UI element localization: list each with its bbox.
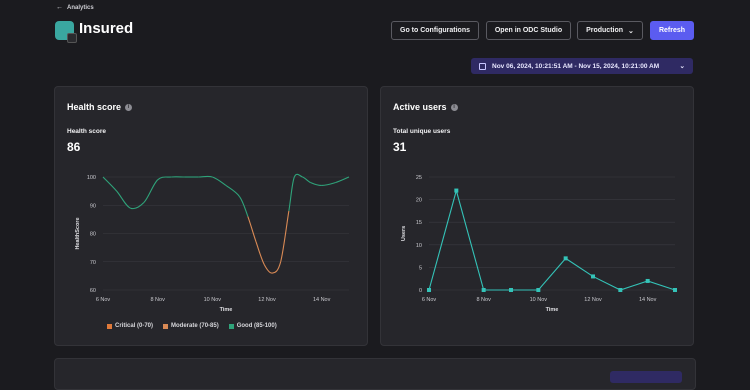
x-tick-label: 10 Nov — [204, 297, 222, 303]
health-score-legend: Critical (0-70) Moderate (70-85) Good (8… — [107, 323, 277, 329]
go-to-configurations-button[interactable]: Go to Configurations — [391, 21, 479, 40]
data-point — [564, 256, 568, 260]
series-segment — [158, 177, 172, 180]
calendar-icon — [479, 63, 486, 70]
breadcrumb-label[interactable]: Analytics — [67, 5, 94, 11]
next-card-action-button[interactable] — [610, 371, 682, 383]
active-users-chart: 25 20 15 10 5 06 Nov 8 Nov 10 Nov 12 Nov 14 Nov Ti… — [381, 87, 695, 347]
legend-critical-swatch — [107, 324, 112, 329]
health-score-card: Health score i Health score 86 100908070… — [54, 86, 368, 346]
open-in-odc-studio-label: Open in ODC Studio — [495, 27, 562, 34]
x-tick-label: 14 Nov — [313, 297, 331, 303]
chevron-down-icon: ⌄ — [680, 62, 685, 70]
y-axis-label: Users — [401, 226, 407, 241]
series-segment — [322, 183, 336, 186]
app-icon — [55, 21, 74, 40]
legend-moderate-swatch — [163, 324, 168, 329]
series-segment — [256, 242, 264, 265]
x-tick-label: 14 Nov — [639, 297, 657, 303]
date-range-label: Nov 06, 2024, 10:21:51 AM - Nov 15, 2024… — [492, 63, 659, 70]
data-point — [536, 288, 540, 292]
series-segment — [248, 217, 256, 242]
x-tick-label: 10 Nov — [530, 297, 548, 303]
x-tick-label: 6 Nov — [96, 297, 111, 303]
x-axis-label: Time — [220, 307, 233, 313]
health-score-chart: 100 90 80 70 606 Nov 8 Nov 10 Nov 12 Nov 14 Nov T… — [55, 87, 369, 347]
legend-critical: Critical (0-70) — [107, 323, 153, 329]
y-tick-label: 25 — [416, 175, 422, 181]
data-point — [427, 288, 431, 292]
legend-good: Good (85-100) — [229, 323, 277, 329]
data-point — [646, 279, 650, 283]
series-segment — [294, 174, 302, 177]
series-segment — [144, 180, 158, 203]
series-line — [429, 191, 675, 290]
legend-good-swatch — [229, 324, 234, 329]
legend-critical-label: Critical (0-70) — [115, 323, 153, 329]
data-point — [509, 288, 513, 292]
x-tick-label: 12 Nov — [584, 297, 602, 303]
series-segment — [103, 177, 117, 191]
series-segment — [226, 185, 240, 196]
environment-dropdown[interactable]: Production ⌄ — [577, 21, 643, 40]
data-point — [454, 189, 458, 193]
y-tick-label: 70 — [90, 260, 96, 266]
legend-good-label: Good (85-100) — [237, 323, 277, 329]
x-tick-label: 8 Nov — [150, 297, 165, 303]
open-in-odc-studio-button[interactable]: Open in ODC Studio — [486, 21, 571, 40]
y-axis-label: HealthScore — [75, 217, 81, 249]
back-arrow-icon[interactable]: ← — [56, 4, 63, 11]
page-title: Insured — [79, 20, 133, 37]
series-segment — [335, 177, 349, 183]
series-segment — [240, 197, 248, 217]
legend-moderate: Moderate (70-85) — [163, 323, 219, 329]
series-segment — [281, 211, 289, 262]
data-point — [591, 274, 595, 278]
y-tick-label: 5 — [419, 265, 422, 271]
environment-label: Production — [586, 27, 623, 34]
chevron-down-icon: ⌄ — [628, 27, 634, 35]
series-segment — [199, 176, 213, 177]
data-point — [673, 288, 677, 292]
next-card — [54, 358, 696, 390]
data-point — [618, 288, 622, 292]
y-tick-label: 90 — [90, 203, 96, 209]
go-to-configurations-label: Go to Configurations — [400, 27, 470, 34]
y-tick-label: 80 — [90, 232, 96, 238]
breadcrumb[interactable]: ← Analytics — [56, 4, 94, 11]
y-tick-label: 60 — [90, 288, 96, 294]
y-tick-label: 0 — [419, 288, 422, 294]
data-point — [482, 288, 486, 292]
y-tick-label: 15 — [416, 220, 422, 226]
refresh-button[interactable]: Refresh — [650, 21, 694, 40]
series-segment — [311, 183, 322, 186]
series-segment — [212, 177, 226, 185]
series-segment — [303, 177, 311, 183]
x-tick-label: 6 Nov — [422, 297, 437, 303]
series-segment — [264, 265, 272, 274]
series-segment — [289, 177, 294, 211]
series-segment — [272, 262, 280, 273]
refresh-label: Refresh — [659, 27, 685, 34]
active-users-card: Active users i Total unique users 31 252… — [380, 86, 694, 346]
x-tick-label: 8 Nov — [476, 297, 491, 303]
y-tick-label: 10 — [416, 243, 422, 249]
x-tick-label: 12 Nov — [258, 297, 276, 303]
legend-moderate-label: Moderate (70-85) — [171, 323, 219, 329]
x-axis-label: Time — [546, 307, 559, 313]
y-tick-label: 20 — [416, 198, 422, 204]
date-range-picker[interactable]: Nov 06, 2024, 10:21:51 AM - Nov 15, 2024… — [471, 58, 693, 74]
y-tick-label: 100 — [87, 175, 96, 181]
